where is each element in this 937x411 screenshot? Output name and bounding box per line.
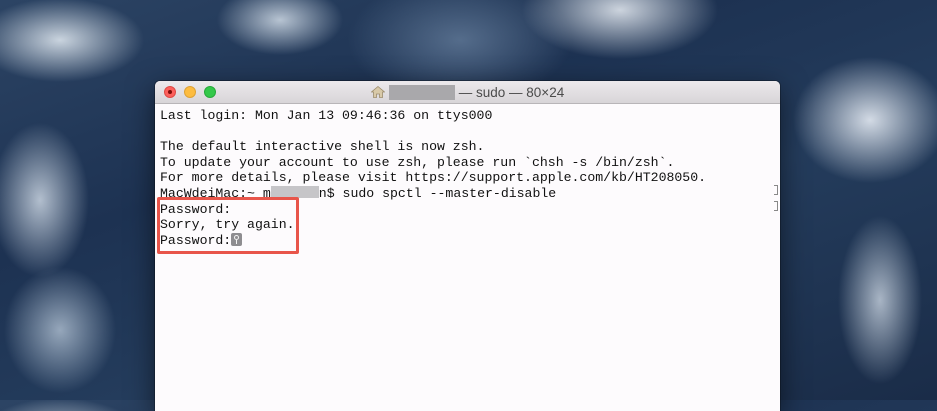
chsh-hint-line: To update your account to use zsh, pleas…	[160, 154, 675, 170]
home-icon	[370, 86, 385, 98]
last-login-line: Last login: Mon Jan 13 09:46:36 on ttys0…	[160, 108, 493, 123]
scroll-marker-icon	[774, 201, 778, 211]
highlight-annotation	[157, 197, 299, 254]
prompt-command: n$ sudo spctl --master-disable	[318, 185, 557, 201]
scroll-marker-icon	[774, 185, 778, 195]
terminal-output[interactable]: Last login: Mon Jan 13 09:46:36 on ttys0…	[155, 104, 780, 411]
redacted-username	[388, 84, 455, 100]
details-link-line: For more details, please visit https://s…	[160, 170, 707, 186]
shell-notice-line: The default interactive shell is now zsh…	[160, 139, 485, 155]
title-bar[interactable]: — sudo — 80×24	[155, 81, 780, 104]
window-title: — sudo — 80×24	[155, 81, 780, 103]
window-title-text: — sudo — 80×24	[458, 84, 565, 100]
